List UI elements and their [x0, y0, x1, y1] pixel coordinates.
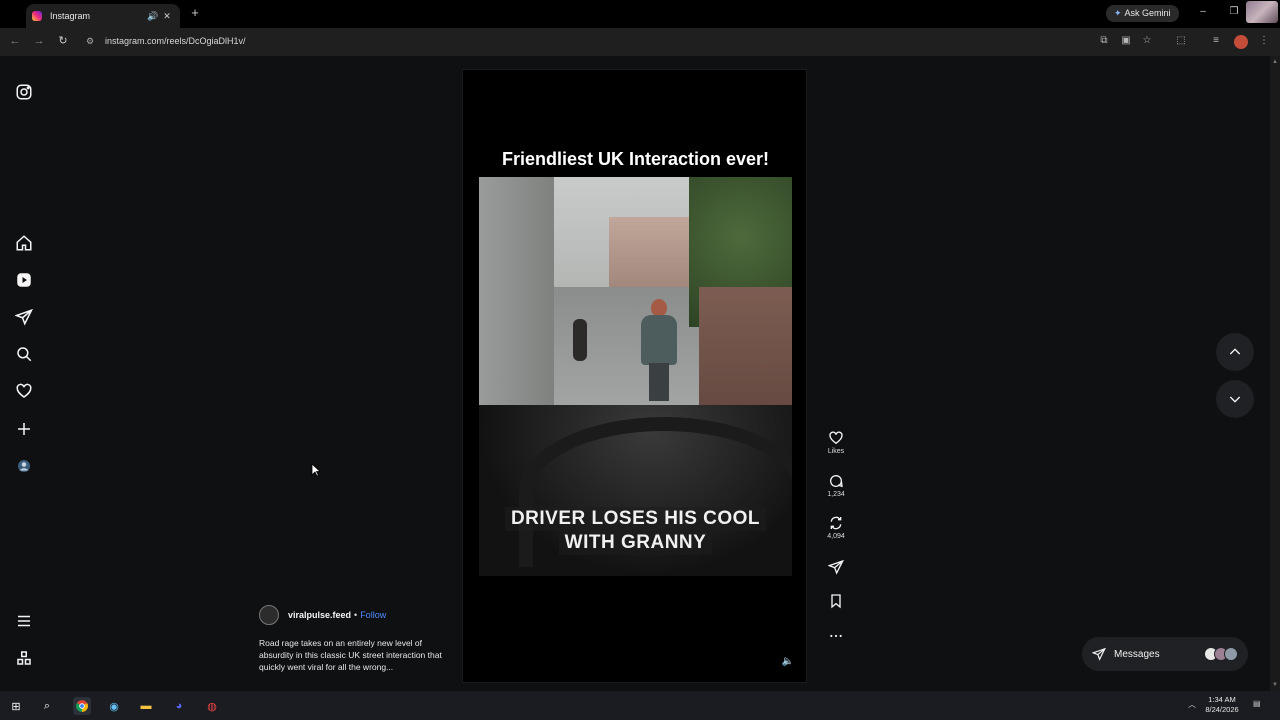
restore-icon[interactable]: ❐ [1226, 6, 1242, 17]
bookmark-icon [831, 594, 841, 609]
follow-button[interactable]: Follow [360, 610, 386, 620]
tray-chevron-up-icon[interactable]: ︿ [1188, 699, 1196, 710]
file-explorer-taskbar-icon[interactable]: ▬ [137, 697, 155, 715]
search-icon[interactable] [14, 344, 34, 364]
browser-tab-strip: Instagram 🔊 ✕ + ✦ Ask Gemini – ❐ [0, 0, 1280, 28]
instagram-page: Friendliest UK Interaction ever! DRIVER … [0, 56, 1270, 691]
new-tab-button[interactable]: + [188, 6, 202, 20]
messages-icon [1092, 647, 1106, 661]
save-button[interactable] [818, 593, 854, 609]
separator-dot: • [354, 610, 358, 620]
next-reel-button[interactable] [1216, 380, 1254, 418]
tab-title: Instagram [50, 11, 91, 21]
back-icon[interactable]: ← [8, 34, 22, 48]
tab-speaker-icon[interactable]: 🔊 [146, 11, 160, 22]
address-bar[interactable]: ⚙ instagram.com/reels/DcOgiaDlH1v/ [80, 31, 1170, 53]
install-app-icon[interactable]: ▣ [1120, 35, 1132, 47]
chevron-down-icon [1229, 396, 1241, 403]
recording-app-taskbar-icon[interactable]: ◍ [203, 697, 221, 715]
notifications-center-icon[interactable]: ▤ [1253, 699, 1261, 708]
reel-title: Friendliest UK Interaction ever! [501, 149, 770, 169]
chrome-menu-icon[interactable]: ⋮ [1258, 35, 1270, 47]
like-heart-icon [829, 431, 843, 445]
profile-avatar-icon[interactable] [14, 456, 34, 476]
more-menu-icon[interactable] [14, 611, 34, 631]
reel-description[interactable]: Road rage takes on an entirely new level… [259, 637, 449, 673]
video-dog [573, 319, 587, 361]
tab-close-icon[interactable]: ✕ [160, 11, 174, 22]
reel-author: viralpulse.feed • Follow [259, 605, 386, 625]
author-username[interactable]: viralpulse.feed [288, 610, 351, 620]
caption-line-2: WITH GRANNY [558, 531, 713, 555]
steam-taskbar-icon[interactable]: ◉ [105, 697, 123, 715]
url-text[interactable]: instagram.com/reels/DcOgiaDlH1v/ [105, 36, 246, 46]
like-button[interactable]: Likes [818, 430, 854, 455]
browser-toolbar: ← → ↻ ⚙ instagram.com/reels/DcOgiaDlH1v/… [0, 28, 1280, 56]
person-legs [649, 363, 669, 401]
profile-picture-icon[interactable] [1246, 1, 1278, 23]
page-scrollbar[interactable]: ▲ ▼ [1270, 56, 1280, 691]
also-from-meta-icon[interactable] [14, 648, 34, 668]
more-options-button[interactable] [818, 628, 854, 644]
instagram-favicon-icon [32, 11, 42, 21]
clock-time: 1:34 AM [1208, 695, 1236, 704]
notifications-heart-icon[interactable] [14, 381, 34, 401]
clock-date: 8/24/2026 [1205, 705, 1239, 714]
forward-icon[interactable]: → [32, 34, 46, 48]
ask-gemini-button[interactable]: ✦ Ask Gemini [1106, 5, 1179, 22]
more-dots-icon [830, 634, 842, 638]
reload-icon[interactable]: ↻ [56, 34, 70, 48]
reel-video-frame[interactable]: DRIVER LOSES HIS COOL WITH GRANNY [479, 177, 792, 576]
volume-icon[interactable]: 🔈 [781, 656, 795, 670]
share-paper-plane-icon [828, 559, 844, 575]
scroll-up-icon[interactable]: ▲ [1272, 59, 1278, 65]
chevron-up-icon [1229, 348, 1241, 355]
gemini-spark-icon: ✦ [1114, 8, 1122, 18]
chrome-taskbar-icon[interactable] [73, 697, 91, 715]
bookmark-star-icon[interactable]: ☆ [1141, 35, 1153, 47]
home-icon[interactable] [14, 233, 34, 253]
share-button[interactable] [818, 559, 854, 575]
video-person [637, 299, 681, 403]
taskbar-clock[interactable]: 1:34 AM 8/24/2026 [1198, 695, 1246, 715]
reel-video-player[interactable]: Friendliest UK Interaction ever! DRIVER … [462, 69, 807, 683]
browser-tab-instagram[interactable]: Instagram 🔊 ✕ [26, 4, 180, 28]
windows-start-icon[interactable]: ⊞ [7, 697, 25, 715]
minimize-icon[interactable]: – [1195, 6, 1211, 17]
messages-avatars [1204, 647, 1238, 661]
reels-icon[interactable] [14, 270, 34, 290]
site-info-icon[interactable]: ⚙ [86, 36, 94, 47]
video-left-wall [479, 177, 554, 407]
video-caption: DRIVER LOSES HIS COOL WITH GRANNY [479, 507, 792, 555]
messages-label: Messages [1114, 648, 1160, 660]
chrome-profile-avatar[interactable] [1234, 35, 1248, 49]
reposts-count: 4,094 [827, 533, 845, 540]
create-plus-icon[interactable] [14, 419, 34, 439]
ask-gemini-label: Ask Gemini [1124, 8, 1171, 18]
media-control-icon[interactable]: ≡ [1210, 35, 1222, 47]
likes-count: Likes [827, 448, 845, 455]
comment-bubble-icon [830, 475, 843, 488]
discord-taskbar-icon[interactable]: ◕ [170, 697, 188, 715]
caption-line-1: DRIVER LOSES HIS COOL [504, 507, 767, 531]
extensions-icon[interactable]: ⬚ [1175, 35, 1187, 47]
comments-count: 1,234 [827, 491, 845, 498]
comment-button[interactable]: 1,234 [818, 473, 854, 498]
video-houses [609, 217, 689, 297]
messages-button[interactable]: Messages [1082, 637, 1248, 671]
repost-button[interactable]: 4,094 [818, 515, 854, 540]
previous-reel-button[interactable] [1216, 333, 1254, 371]
taskbar-search-icon[interactable]: ⌕ [38, 697, 56, 715]
author-avatar[interactable] [259, 605, 279, 625]
person-body [641, 315, 677, 365]
translate-icon[interactable]: ⧉ [1098, 35, 1110, 47]
message-avatar-3 [1224, 647, 1238, 661]
windows-taskbar: ⊞ ⌕ ◉ ▬ ◕ ◍ ︿ 1:34 AM 8/24/2026 ▤ [0, 691, 1280, 720]
repost-icon [830, 516, 842, 530]
direct-messages-icon[interactable] [14, 307, 34, 327]
scroll-down-icon[interactable]: ▼ [1272, 682, 1278, 688]
video-brick-wall [699, 287, 792, 407]
instagram-logo-icon[interactable] [14, 82, 34, 102]
